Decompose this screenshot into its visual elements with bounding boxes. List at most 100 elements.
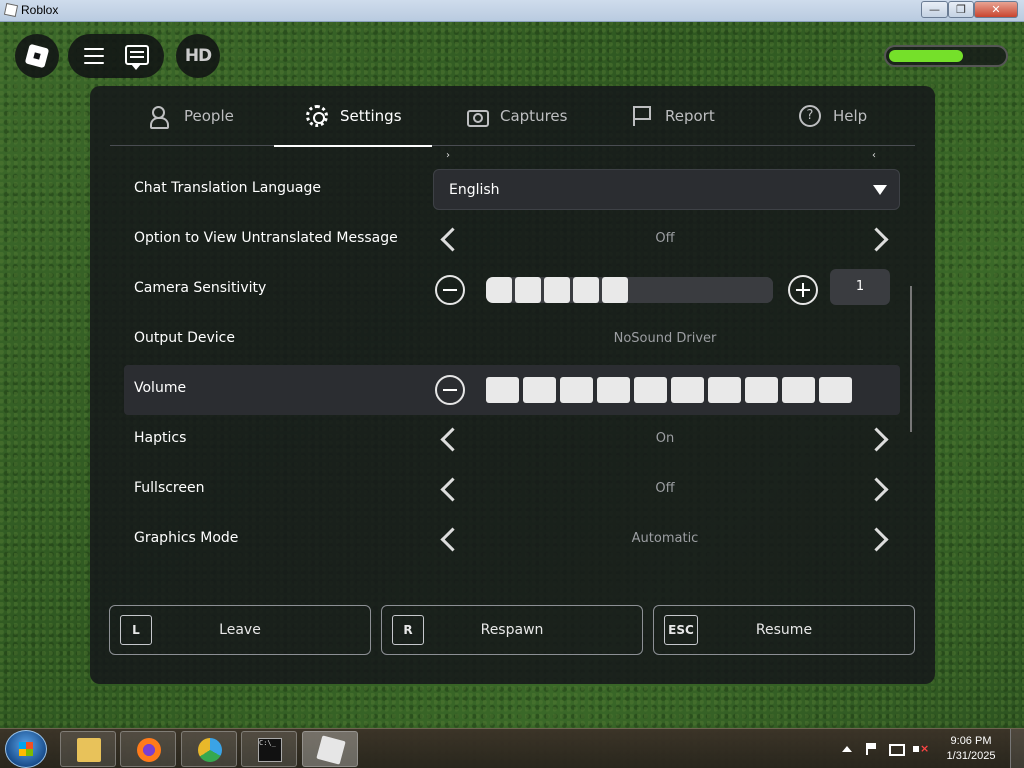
scroll-hint-left-icon: ›: [446, 150, 450, 161]
slider-segment[interactable]: [486, 377, 519, 403]
slider-segment[interactable]: [560, 377, 593, 403]
tab-captures[interactable]: Captures: [466, 86, 567, 146]
volume-slider[interactable]: [486, 377, 852, 403]
settings-list[interactable]: › ‹ Chat Translation Language English Op…: [124, 150, 902, 578]
slider-segment[interactable]: [782, 377, 815, 403]
chevron-left-icon[interactable]: [436, 225, 464, 255]
chevron-right-icon[interactable]: [866, 225, 894, 255]
show-desktop-button[interactable]: [1010, 729, 1024, 768]
slider-segment[interactable]: [660, 277, 686, 303]
cmd-icon: C:\_: [258, 738, 282, 762]
chevron-right-icon[interactable]: [866, 525, 894, 555]
slider-segment[interactable]: [747, 277, 773, 303]
tab-help-label: Help: [833, 107, 868, 125]
slider-segment[interactable]: [573, 277, 599, 303]
action-center-flag-icon[interactable]: [864, 742, 878, 756]
tab-bar: People Settings Captures Report ? Help: [110, 86, 915, 147]
taskbar: C:\_ 9:06 PM 1/31/2025: [0, 728, 1024, 768]
slider-segment[interactable]: [544, 277, 570, 303]
close-button[interactable]: ✕: [974, 1, 1018, 18]
hamburger-icon[interactable]: [84, 48, 104, 64]
scroll-hint-right-icon: ‹: [872, 150, 876, 161]
settings-scrollbar[interactable]: [910, 286, 912, 432]
roblox-app-icon: [3, 2, 19, 18]
respawn-button[interactable]: R Respawn: [381, 605, 643, 655]
taskbar-roblox[interactable]: [302, 731, 358, 767]
tab-report-label: Report: [665, 107, 715, 125]
slider-segment[interactable]: [745, 377, 778, 403]
setting-value: Off: [655, 481, 675, 496]
window-title: Roblox: [21, 3, 59, 17]
slider-segment[interactable]: [631, 277, 657, 303]
network-icon[interactable]: [888, 742, 905, 756]
slider-segment[interactable]: [515, 277, 541, 303]
health-bar: [884, 45, 1008, 67]
chevron-right-icon[interactable]: [866, 425, 894, 455]
slider-segment[interactable]: [597, 377, 630, 403]
setting-row-output-device: Output Device NoSound Driver: [124, 315, 900, 365]
slider-segment[interactable]: [671, 377, 704, 403]
setting-value: Automatic: [631, 531, 699, 546]
taskbar-explorer[interactable]: [60, 731, 116, 767]
camera-sensitivity-input[interactable]: 1: [830, 269, 890, 305]
gear-icon: [306, 105, 328, 127]
tab-captures-label: Captures: [500, 107, 568, 125]
resume-button[interactable]: ESC Resume: [653, 605, 915, 655]
button-label: Respawn: [480, 622, 544, 638]
slider-segment[interactable]: [523, 377, 556, 403]
setting-label: Graphics Mode: [134, 530, 239, 546]
caret-down-icon: [873, 185, 887, 195]
tab-settings[interactable]: Settings: [274, 86, 431, 147]
slider-segment[interactable]: [689, 277, 715, 303]
slider-segment[interactable]: [486, 277, 512, 303]
volume-muted-icon[interactable]: [912, 742, 929, 756]
chat-translation-dropdown[interactable]: English: [433, 169, 900, 210]
setting-label: Camera Sensitivity: [134, 280, 267, 296]
setting-label: Haptics: [134, 430, 187, 446]
setting-label: Chat Translation Language: [134, 180, 321, 196]
camera-sensitivity-slider[interactable]: [486, 277, 773, 303]
setting-row-chat-translation: Chat Translation Language English: [124, 165, 900, 215]
clock-date: 1/31/2025: [946, 750, 996, 762]
chrome-icon: [198, 738, 222, 762]
decrease-button[interactable]: [435, 375, 465, 405]
settings-panel: People Settings Captures Report ? Help ›…: [90, 86, 935, 684]
setting-row-untranslated: Option to View Untranslated Message Off: [124, 215, 900, 265]
setting-label: Fullscreen: [134, 480, 205, 496]
roblox-menu-button[interactable]: [15, 34, 59, 78]
chevron-left-icon[interactable]: [436, 475, 464, 505]
setting-value: NoSound Driver: [613, 331, 717, 346]
slider-segment[interactable]: [718, 277, 744, 303]
button-label: Resume: [755, 622, 813, 638]
tab-help[interactable]: ? Help: [799, 86, 867, 146]
clock-time: 9:06 PM: [950, 735, 992, 747]
chat-icon[interactable]: [125, 45, 149, 70]
slider-segment[interactable]: [602, 277, 628, 303]
tab-report[interactable]: Report: [631, 86, 715, 146]
maximize-button[interactable]: ❐: [948, 1, 974, 18]
help-icon: ?: [799, 105, 821, 127]
folder-icon: [77, 738, 101, 762]
people-icon: [150, 105, 172, 129]
leave-button[interactable]: L Leave: [109, 605, 371, 655]
start-button[interactable]: [5, 730, 47, 768]
increase-button[interactable]: [788, 275, 818, 305]
setting-row-volume: Volume: [124, 365, 900, 415]
chevron-right-icon[interactable]: [866, 475, 894, 505]
show-hidden-icons-icon[interactable]: [840, 742, 854, 756]
slider-segment[interactable]: [819, 377, 852, 403]
chevron-left-icon[interactable]: [436, 425, 464, 455]
taskbar-cmd[interactable]: C:\_: [241, 731, 297, 767]
slider-segment[interactable]: [634, 377, 667, 403]
hd-button[interactable]: HD: [176, 34, 220, 78]
minimize-button[interactable]: —: [921, 1, 948, 18]
taskbar-firefox[interactable]: [120, 731, 176, 767]
tab-people[interactable]: People: [150, 86, 234, 146]
setting-row-graphics-mode: Graphics Mode Automatic: [124, 515, 900, 565]
taskbar-chrome[interactable]: [181, 731, 237, 767]
slider-segment[interactable]: [708, 377, 741, 403]
decrease-button[interactable]: [435, 275, 465, 305]
taskbar-clock[interactable]: 9:06 PM 1/31/2025: [936, 734, 1006, 764]
roblox-logo-icon: [24, 43, 50, 69]
chevron-left-icon[interactable]: [436, 525, 464, 555]
